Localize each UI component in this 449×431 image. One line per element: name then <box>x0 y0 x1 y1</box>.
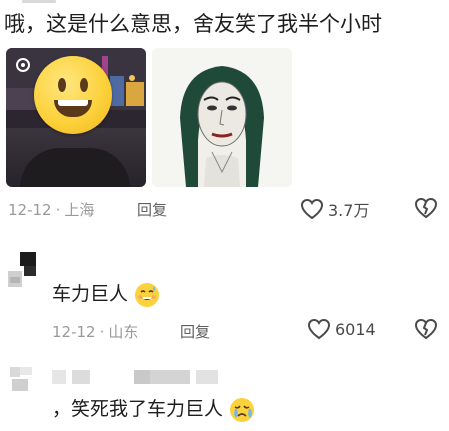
comment-photo-selfie[interactable] <box>6 48 146 187</box>
avatar[interactable] <box>8 363 38 393</box>
live-photo-icon <box>16 58 30 72</box>
comment-text: 车力巨人 <box>52 283 129 305</box>
comment-location: 上海 <box>64 201 95 219</box>
username-blurred <box>72 370 90 384</box>
comment-text-line: ，笑死我了车力巨人 <box>52 394 255 424</box>
heart-icon <box>307 318 331 340</box>
grinning-sweat-emoji-icon <box>135 282 160 307</box>
like-button[interactable]: 3.7万 <box>300 197 369 221</box>
heart-icon <box>300 198 324 220</box>
comment-date: 12-12 <box>8 201 52 219</box>
username-blurred <box>134 370 150 384</box>
comment-text-line: 车力巨人 <box>52 279 160 309</box>
comment-meta: 12-12 · 上海 <box>8 201 95 219</box>
broken-heart-icon[interactable] <box>414 318 438 340</box>
comment-item: 哦，这是什么意思，舍友笑了我半个小时 12-12 · 上海 回复 3.7万 <box>0 0 449 226</box>
broken-heart-icon[interactable] <box>414 197 438 219</box>
username-blurred <box>52 370 66 384</box>
like-count: 3.7万 <box>328 201 370 220</box>
smiley-face-sticker <box>34 56 112 134</box>
crying-face-emoji-icon <box>230 397 255 422</box>
reply-button[interactable]: 回复 <box>180 321 210 342</box>
person-silhouette <box>20 148 130 187</box>
comment-photo-sketch[interactable] <box>152 48 292 187</box>
username-blurred <box>150 370 190 384</box>
comment-thread: 哦，这是什么意思，舍友笑了我半个小时 12-12 · 上海 回复 3.7万 车力… <box>0 0 449 431</box>
username-blurred <box>196 370 218 384</box>
comment-text: 哦，这是什么意思，舍友笑了我半个小时 <box>4 12 382 36</box>
like-button[interactable]: 6014 <box>307 318 376 340</box>
avatar[interactable] <box>6 251 42 287</box>
comment-meta: 12-12 · 山东 <box>52 323 139 341</box>
comment-date: 12-12 <box>52 323 96 341</box>
sketch-portrait <box>152 48 292 187</box>
comment-location: 山东 <box>108 323 139 341</box>
username-stub <box>22 0 56 3</box>
comment-text: ，笑死我了车力巨人 <box>52 398 224 420</box>
reply-button[interactable]: 回复 <box>137 199 167 220</box>
like-count: 6014 <box>335 319 376 339</box>
